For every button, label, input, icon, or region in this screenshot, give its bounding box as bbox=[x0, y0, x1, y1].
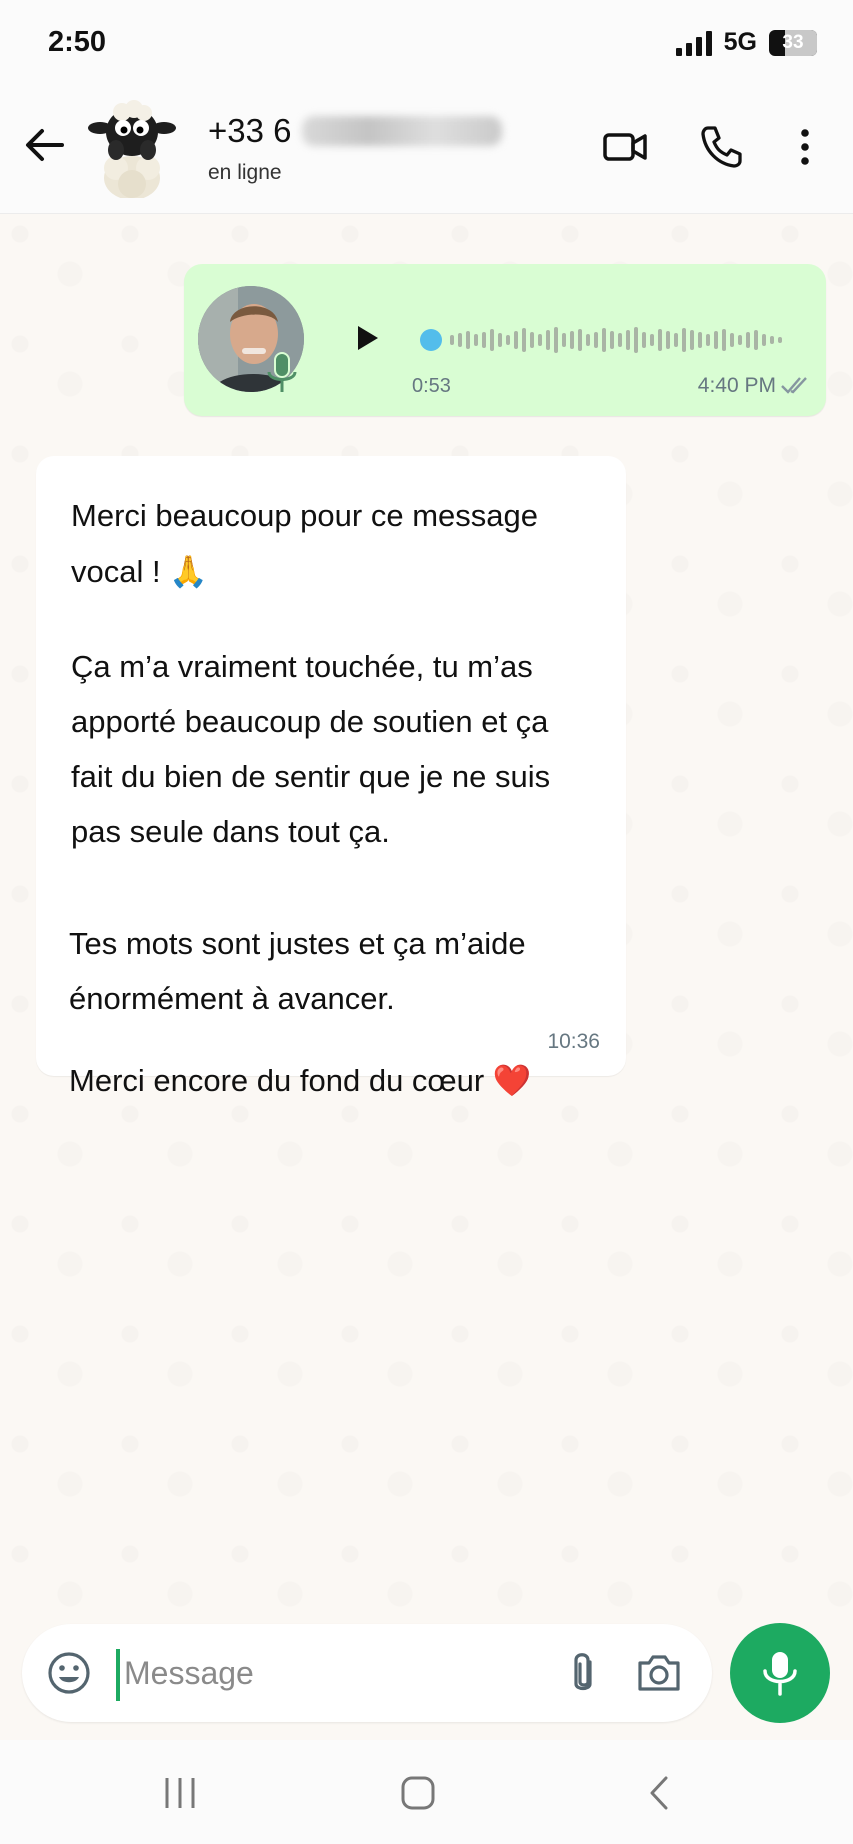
waveform-bar bbox=[770, 336, 774, 344]
waveform-bar bbox=[658, 329, 662, 351]
waveform-bar bbox=[666, 331, 670, 349]
read-receipt-icon bbox=[781, 377, 807, 394]
waveform-bar bbox=[754, 330, 758, 350]
waveform-bar bbox=[498, 333, 502, 347]
waveform-bar bbox=[450, 335, 454, 345]
message-line: Tes mots sont justes et ça m’aide bbox=[69, 926, 526, 961]
recent-apps-icon[interactable] bbox=[155, 1768, 205, 1818]
waveform-bar bbox=[546, 330, 550, 350]
chat-area[interactable]: 0:53 4:40 PM Merci beaucoup pour ce mess… bbox=[0, 214, 853, 1614]
waveform-bar bbox=[690, 330, 694, 350]
voice-duration: 0:53 bbox=[412, 375, 451, 397]
voice-record-button[interactable] bbox=[730, 1623, 830, 1723]
waveform-bar bbox=[482, 332, 486, 348]
message-line: apporté beaucoup de soutien et ça bbox=[71, 704, 549, 739]
waveform-bar bbox=[698, 332, 702, 348]
waveform-bar bbox=[474, 334, 478, 346]
voice-waveform[interactable] bbox=[420, 320, 800, 360]
waveform-bar bbox=[618, 333, 622, 347]
phone-icon[interactable] bbox=[696, 122, 746, 172]
message-line: Ça m’a vraiment touchée, tu m’as bbox=[71, 649, 533, 684]
contact-avatar[interactable] bbox=[86, 98, 178, 198]
camera-icon[interactable] bbox=[634, 1648, 684, 1698]
waveform-bar bbox=[570, 331, 574, 349]
waveform-bar bbox=[466, 331, 470, 349]
status-indicators: 5G 33 bbox=[675, 28, 817, 57]
paperclip-icon[interactable] bbox=[560, 1648, 606, 1698]
waveform-bar bbox=[762, 334, 766, 346]
network-type: 5G bbox=[723, 28, 757, 56]
waveform-bar bbox=[706, 334, 710, 346]
message-line: pas seule dans tout ça. bbox=[71, 814, 390, 849]
play-icon[interactable] bbox=[346, 318, 386, 358]
mic-icon bbox=[267, 352, 297, 392]
waveform-bar bbox=[586, 334, 590, 346]
waveform-progress-dot[interactable] bbox=[420, 329, 442, 351]
waveform-bar bbox=[594, 332, 598, 348]
status-bar: 2:50 5G 33 bbox=[0, 0, 853, 88]
message-line: Merci beaucoup pour ce message bbox=[71, 498, 538, 533]
text-cursor bbox=[116, 1649, 120, 1701]
waveform-bar bbox=[490, 329, 494, 351]
status-time: 2:50 bbox=[48, 26, 107, 58]
contact-name-text: +33 6 bbox=[208, 112, 292, 149]
message-line: énormément à avancer. bbox=[69, 981, 395, 1016]
video-call-icon[interactable] bbox=[600, 122, 650, 172]
waveform-bar bbox=[650, 334, 654, 346]
waveform-bar bbox=[682, 328, 686, 352]
message-time: 4:40 PM bbox=[697, 374, 776, 397]
waveform-bar bbox=[562, 333, 566, 347]
waveform-bar bbox=[554, 327, 558, 353]
mic-icon bbox=[763, 1652, 797, 1696]
waveform-bar bbox=[538, 334, 542, 346]
waveform-bar bbox=[642, 332, 646, 348]
battery-percent: 33 bbox=[782, 31, 804, 53]
arrow-left-icon[interactable] bbox=[22, 122, 68, 168]
waveform-bar bbox=[722, 329, 726, 351]
incoming-message-bubble[interactable]: Merci beaucoup pour ce message vocal ! 🙏… bbox=[36, 456, 626, 1098]
waveform-bar bbox=[746, 332, 750, 348]
waveform-bar bbox=[634, 327, 638, 353]
waveform-bar bbox=[778, 337, 782, 343]
contact-name[interactable]: +33 6 bbox=[208, 112, 502, 150]
message-input[interactable] bbox=[124, 1644, 544, 1702]
voice-message-bubble[interactable]: 0:53 4:40 PM bbox=[184, 264, 826, 416]
waveform-bar bbox=[626, 330, 630, 350]
waveform-bar bbox=[506, 335, 510, 345]
waveform-bar bbox=[458, 333, 462, 347]
waveform-bar bbox=[674, 333, 678, 347]
waveform-bar bbox=[514, 331, 518, 349]
battery-icon: 33 bbox=[769, 29, 817, 56]
message-line: fait du bien de sentir que je ne suis bbox=[71, 759, 551, 794]
system-nav-bar bbox=[0, 1740, 853, 1844]
message-line: Merci encore du fond du cœur ❤️ bbox=[69, 1063, 532, 1098]
waveform-bar bbox=[738, 335, 742, 345]
waveform-bar bbox=[602, 328, 606, 352]
message-line: vocal ! 🙏 bbox=[71, 554, 208, 589]
waveform-bar bbox=[714, 331, 718, 349]
waveform-bar bbox=[530, 332, 534, 348]
waveform-bar bbox=[730, 333, 734, 347]
waveform-bar bbox=[610, 331, 614, 349]
message-time: 10:36 bbox=[547, 1030, 600, 1053]
waveform-bar bbox=[578, 329, 582, 351]
chat-header: +33 6 en ligne bbox=[0, 88, 853, 214]
emoji-icon[interactable] bbox=[44, 1648, 94, 1698]
contact-status: en ligne bbox=[208, 161, 282, 184]
back-icon[interactable] bbox=[636, 1768, 686, 1818]
waveform-bar bbox=[522, 328, 526, 352]
home-icon[interactable] bbox=[393, 1768, 443, 1818]
signal-icon bbox=[675, 30, 712, 56]
redacted-number bbox=[301, 116, 502, 146]
message-composer bbox=[22, 1624, 712, 1722]
more-vertical-icon[interactable] bbox=[780, 122, 830, 172]
